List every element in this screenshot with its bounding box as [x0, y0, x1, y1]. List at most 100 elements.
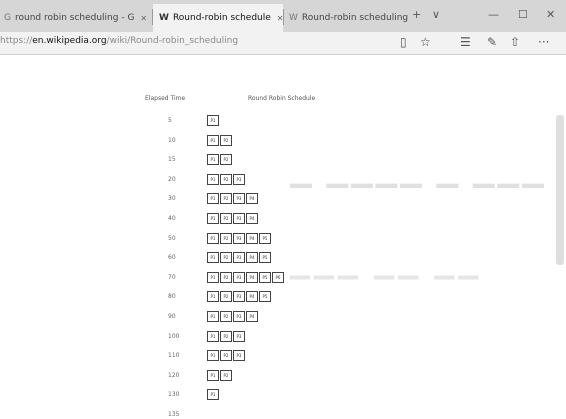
favorites-hub-icon[interactable]: ☰ — [460, 35, 471, 49]
tab-separator — [283, 9, 284, 25]
process-queue: P1 P2 P3 — [207, 330, 246, 342]
process-box: P1 — [207, 311, 219, 322]
elapsed-time-value: 50 — [168, 234, 176, 242]
schedule-header: Round Robin Schedule — [248, 95, 316, 102]
elapsed-time-value: 60 — [168, 254, 176, 262]
window-close-icon[interactable]: ✕ — [546, 8, 555, 21]
tab-bar: G round robin scheduling - G ✕ W Round-r… — [0, 0, 566, 32]
elapsed-time-value: 10 — [168, 136, 176, 144]
process-box: P2 — [220, 291, 232, 303]
process-box: P4 — [246, 311, 258, 322]
reading-view-icon[interactable]: ▯ — [400, 35, 407, 49]
tab-list-chevron-icon[interactable]: ∨ — [432, 8, 440, 21]
elapsed-time-value: 30 — [168, 195, 176, 203]
process-queue: P1 P2 P3 P4 — [207, 193, 259, 205]
process-box: P1 — [207, 173, 219, 185]
process-box: P2 — [220, 369, 232, 381]
table-row: 15 P1 P2 — [0, 152, 566, 172]
process-box: P4 — [246, 291, 258, 303]
process-box: P3 — [233, 213, 245, 224]
table-row: 5 P1 — [0, 113, 566, 133]
process-queue: P1 P2 — [207, 154, 233, 166]
process-box: P2 — [220, 154, 232, 166]
table-row: 50 P1 P2 P3 P4 P5 — [0, 231, 566, 251]
process-box: P2 — [220, 350, 232, 362]
process-box: P2 — [220, 213, 232, 224]
tab-google-search[interactable]: G round robin scheduling - G ✕ — [0, 4, 154, 32]
process-box: P1 — [207, 134, 219, 146]
elapsed-time-value: 100 — [168, 332, 180, 340]
process-box: P2 — [220, 193, 232, 205]
elapsed-time-value: 135 — [168, 411, 180, 418]
process-box: P3 — [233, 232, 245, 244]
table-row: 100 P1 P2 P3 — [0, 329, 566, 349]
process-box: P2 — [220, 134, 232, 146]
process-queue: P1 P2 P3 P4 P5 — [207, 252, 272, 264]
process-box: P1 — [207, 154, 219, 166]
web-note-pen-icon[interactable]: ✎ — [487, 35, 497, 49]
process-queue: P1 — [207, 115, 220, 126]
table-row: 120 P1 P2 — [0, 368, 566, 388]
share-icon[interactable]: ⇧ — [510, 35, 520, 49]
process-queue: P1 P2 P3 P4 P5 — [207, 232, 272, 244]
process-queue: P1 P2 — [207, 369, 233, 381]
process-box: P5 — [259, 252, 271, 264]
url-field[interactable]: https://en.wikipedia.org/wiki/Round-robi… — [0, 36, 238, 46]
table-row: 10 P1 P2 — [0, 133, 566, 153]
more-menu-icon[interactable]: ··· — [538, 35, 549, 49]
tab-label: Round-robin schedule — [172, 13, 271, 23]
process-box: P4 — [246, 193, 258, 205]
process-queue: P1 — [207, 389, 220, 401]
table-row: 60 P1 P2 P3 P4 P5 — [0, 250, 566, 270]
wikipedia-w-icon: W — [289, 13, 298, 23]
process-queue: P1 P2 P3 P4 — [207, 213, 259, 224]
table-row: 130 P1 — [0, 387, 566, 407]
table-row: 40 P1 P2 P3 P4 — [0, 211, 566, 231]
address-bar[interactable]: https://en.wikipedia.org/wiki/Round-robi… — [0, 32, 566, 55]
process-box: P2 — [220, 173, 232, 185]
url-prefix: https:// — [0, 36, 33, 46]
process-box: P1 — [207, 330, 219, 342]
process-box: P1 — [207, 115, 219, 126]
process-queue: P1 P2 P3 P4 P5 P6 — [207, 271, 285, 283]
process-box: P3 — [233, 193, 245, 205]
process-box: P1 — [207, 271, 219, 283]
process-box: P2 — [220, 252, 232, 264]
search-icon: G — [4, 13, 11, 23]
table-row: 20 P1 P2 P3 — [0, 172, 566, 192]
process-box: P1 — [207, 213, 219, 224]
elapsed-time-header: Elapsed Time — [145, 95, 186, 102]
tab-round-robin-scheduling[interactable]: W Round-robin scheduling — [285, 4, 409, 32]
process-box: P5 — [259, 291, 271, 303]
process-box: P4 — [246, 271, 258, 283]
process-box: P3 — [233, 330, 245, 342]
process-box: P3 — [233, 350, 245, 362]
process-box: P3 — [233, 252, 245, 264]
process-box: P4 — [246, 252, 258, 264]
elapsed-time-value: 20 — [168, 175, 176, 183]
process-box: P4 — [246, 232, 258, 244]
maximize-icon[interactable]: ☐ — [518, 8, 528, 21]
elapsed-time-value: 130 — [168, 391, 180, 399]
process-box: P4 — [246, 213, 258, 224]
process-box: P2 — [220, 330, 232, 342]
elapsed-time-value: 15 — [168, 156, 176, 164]
process-queue: P1 P2 P3 — [207, 173, 246, 185]
url-domain: en.wikipedia.org — [32, 36, 107, 46]
elapsed-time-value: 110 — [168, 352, 180, 360]
url-path: /wiki/Round-robin_scheduling — [106, 36, 239, 46]
new-tab-button[interactable]: + — [412, 8, 421, 21]
process-box: P3 — [233, 311, 245, 322]
minimize-icon[interactable]: — — [488, 8, 499, 21]
close-icon[interactable]: ✕ — [140, 14, 147, 23]
process-box: P2 — [220, 311, 232, 322]
tab-round-robin-schedule[interactable]: W Round-robin schedule ✕ — [153, 4, 283, 32]
favorite-star-icon[interactable]: ☆ — [420, 35, 431, 49]
process-queue: P1 P2 — [207, 134, 233, 146]
process-queue: P1 P2 P3 — [207, 350, 246, 362]
table-row: 70 P1 P2 P3 P4 P5 P6 — [0, 270, 566, 290]
elapsed-time-value: 80 — [168, 293, 176, 301]
process-box: P3 — [233, 173, 245, 185]
process-box: P1 — [207, 193, 219, 205]
process-box: P1 — [207, 232, 219, 244]
